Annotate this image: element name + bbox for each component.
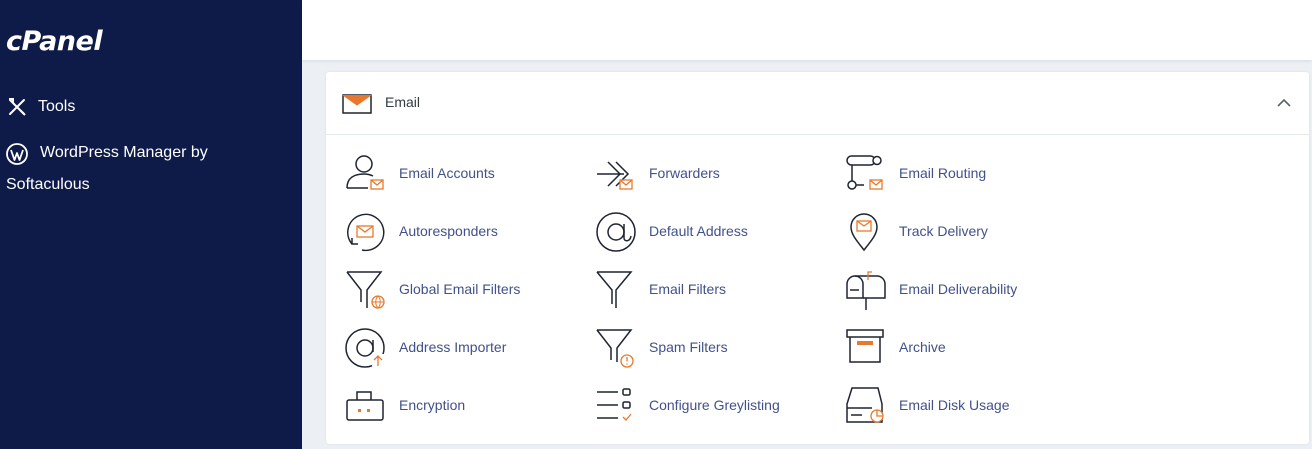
tool-spam-filters[interactable]: Spam Filters — [594, 326, 834, 372]
tool-forwarders[interactable]: Forwarders — [594, 152, 834, 198]
filter-icon — [596, 271, 633, 308]
tool-email-accounts[interactable]: Email Accounts — [344, 152, 584, 198]
tool-global-email-filters[interactable]: Global Email Filters — [344, 268, 584, 314]
sidebar-item-label: WordPress Manager by — [40, 144, 208, 161]
tool-label: Email Disk Usage — [899, 397, 1010, 413]
envelope-icon — [342, 94, 372, 114]
email-section-header[interactable]: Email — [326, 72, 1309, 135]
tool-label: Forwarders — [649, 165, 720, 181]
chevron-up-icon[interactable] — [1277, 98, 1291, 108]
archive-icon — [846, 329, 884, 363]
track-delivery-icon — [850, 213, 878, 252]
email-section-panel: Email Email Accounts Forwarders Email Ro… — [326, 72, 1309, 444]
tool-email-disk-usage[interactable]: Email Disk Usage — [844, 384, 1084, 430]
tool-email-routing[interactable]: Email Routing — [844, 152, 1084, 198]
encryption-icon — [346, 391, 384, 421]
tool-label: Address Importer — [399, 339, 507, 355]
tool-label: Email Accounts — [399, 165, 495, 181]
forwarders-icon — [597, 161, 633, 190]
tool-label: Track Delivery — [899, 223, 988, 239]
tool-email-deliverability[interactable]: Email Deliverability — [844, 268, 1084, 314]
tool-label: Global Email Filters — [399, 281, 521, 297]
disk-usage-icon — [846, 387, 884, 423]
tool-label: Encryption — [399, 397, 466, 413]
greylisting-icon — [597, 388, 632, 421]
top-bar — [302, 0, 1312, 60]
tool-label: Configure Greylisting — [649, 397, 780, 413]
at-sign-icon — [596, 212, 636, 252]
tool-label: Email Filters — [649, 281, 727, 297]
tool-label: Archive — [899, 339, 946, 355]
mailbox-icon — [846, 271, 886, 310]
address-importer-icon — [345, 328, 385, 368]
wordpress-icon — [6, 143, 28, 165]
tool-default-address[interactable]: Default Address — [594, 210, 834, 256]
tool-label: Email Routing — [899, 165, 987, 181]
sidebar-item-wordpress-manager[interactable]: WordPress Manager by Softaculous — [6, 142, 296, 200]
tool-encryption[interactable]: Encryption — [344, 384, 584, 430]
cpanel-logo[interactable]: cPanel — [6, 26, 103, 57]
tool-autoresponders[interactable]: Autoresponders — [344, 210, 584, 256]
email-routing-icon — [846, 155, 883, 190]
tool-label: Email Deliverability — [899, 281, 1018, 297]
tool-label: Autoresponders — [399, 223, 498, 239]
global-filter-icon — [346, 271, 385, 309]
sidebar-item-label-line2: Softaculous — [6, 176, 90, 193]
tools-icon — [9, 98, 26, 116]
sidebar: cPanel Tools WordPress Manager by Softac… — [0, 0, 302, 449]
tool-track-delivery[interactable]: Track Delivery — [844, 210, 1084, 256]
tool-email-filters[interactable]: Email Filters — [594, 268, 834, 314]
spam-filter-icon — [596, 329, 634, 368]
tool-archive[interactable]: Archive — [844, 326, 1084, 372]
tool-label: Spam Filters — [649, 339, 728, 355]
sidebar-item-label: Tools — [38, 98, 76, 115]
email-accounts-icon — [346, 155, 384, 190]
tool-address-importer[interactable]: Address Importer — [344, 326, 584, 372]
tool-configure-greylisting[interactable]: Configure Greylisting — [594, 384, 834, 430]
section-title: Email — [385, 94, 421, 110]
tool-label: Default Address — [649, 223, 748, 239]
sidebar-item-tools[interactable]: Tools — [6, 96, 286, 120]
autoresponders-icon — [347, 213, 385, 252]
